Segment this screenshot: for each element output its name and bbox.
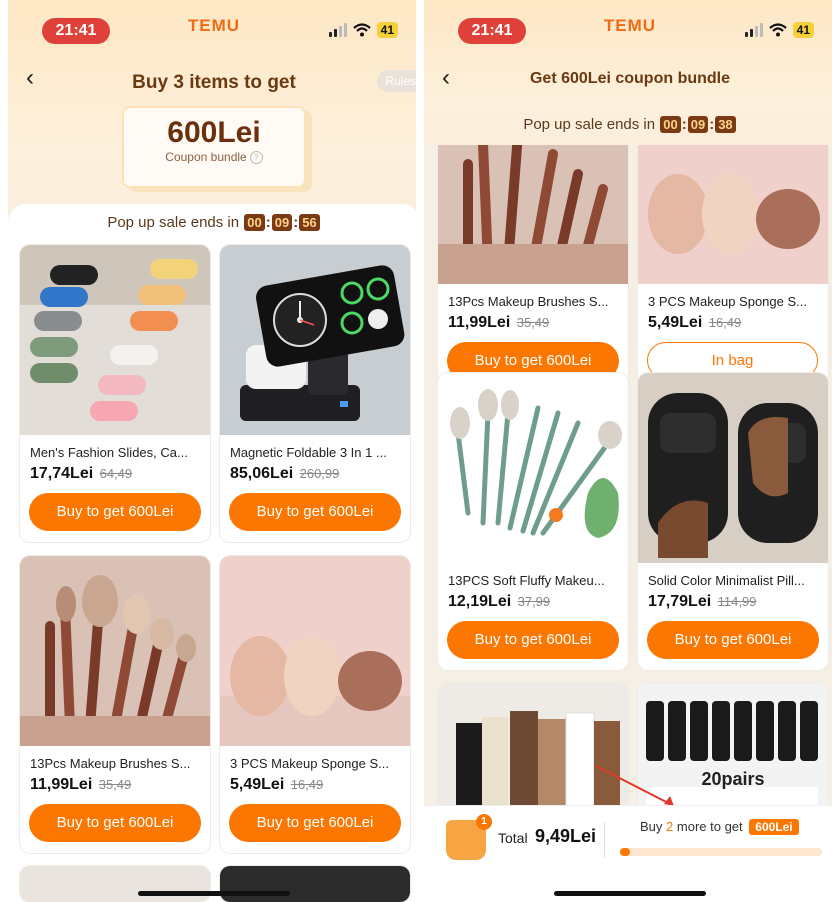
- page-title: Buy 3 items to get: [132, 72, 296, 93]
- original-price: 35,49: [516, 315, 550, 330]
- status-icons: 41: [328, 22, 398, 38]
- timer-seconds: 56: [299, 214, 320, 231]
- battery-indicator: 41: [792, 22, 814, 38]
- coupon-amount: 600Lei: [167, 116, 261, 149]
- product-name: Men's Fashion Slides, Ca...: [30, 445, 188, 460]
- product-price: 85,06Lei 260,99: [230, 465, 340, 482]
- buy-button[interactable]: Buy to get 600Lei: [229, 804, 401, 842]
- items-needed: 2: [666, 819, 674, 834]
- divider: [416, 0, 424, 902]
- product-price: 11,99Lei 35,49: [448, 314, 550, 331]
- right-screen: 21:41 TEMU 41 ‹ Get 600Lei coupon bundle…: [424, 0, 832, 902]
- product-card[interactable]: Solid Color Minimalist Pill... 17,79Lei …: [638, 373, 828, 670]
- timer-hours: 00: [244, 214, 265, 231]
- timer-seconds: 38: [715, 116, 736, 133]
- product-price: 12,19Lei 37,99: [448, 593, 551, 610]
- product-name: 13PCS Soft Fluffy Makeu...: [448, 573, 605, 588]
- product-image[interactable]: [220, 556, 410, 746]
- wifi-icon: [352, 23, 371, 37]
- product-card[interactable]: Men's Fashion Slides, Ca... 17,74Lei 64,…: [20, 245, 210, 542]
- buy-button[interactable]: Buy to get 600Lei: [29, 804, 201, 842]
- product-card[interactable]: Magnetic Foldable 3 In 1 ... 85,06Lei 26…: [220, 245, 410, 542]
- product-price: 17,79Lei 114,99: [648, 593, 757, 610]
- timer-label: Pop up sale ends in: [107, 214, 240, 231]
- signal-icon: [744, 23, 763, 37]
- buy-button[interactable]: Buy to get 600Lei: [447, 621, 619, 659]
- original-price: 64,49: [99, 466, 133, 481]
- buy-button[interactable]: Buy to get 600Lei: [229, 493, 401, 531]
- signal-icon: [328, 23, 347, 37]
- target-coupon-tag: 600Lei: [749, 819, 799, 835]
- product-price: 5,49Lei 16,49: [648, 314, 742, 331]
- original-price: 114,99: [717, 594, 757, 609]
- total-value: 9,49Lei: [535, 826, 597, 846]
- product-image[interactable]: [20, 245, 210, 435]
- product-price: 17,74Lei 64,49: [30, 465, 133, 482]
- progress-fill: [620, 848, 631, 856]
- coupon-card: 600Lei Coupon bundle?: [122, 106, 306, 188]
- product-name: Solid Color Minimalist Pill...: [648, 573, 805, 588]
- home-indicator: [138, 891, 290, 896]
- product-name: 3 PCS Makeup Sponge S...: [230, 756, 389, 771]
- home-indicator: [554, 891, 706, 896]
- original-price: 16,49: [290, 777, 324, 792]
- cart-bottom-bar: 1 Total 9,49Lei Buy 2 more to get 600Lei: [424, 805, 832, 902]
- more-to-get-text: Buy 2 more to get 600Lei: [640, 819, 799, 835]
- product-card[interactable]: 13Pcs Makeup Brushes S... 11,99Lei 35,49…: [20, 556, 210, 853]
- product-card[interactable]: 13PCS Soft Fluffy Makeu... 12,19Lei 37,9…: [438, 373, 628, 670]
- product-image[interactable]: [20, 556, 210, 746]
- coupon-label: Coupon bundle: [165, 150, 247, 164]
- battery-indicator: 41: [376, 22, 398, 38]
- timer-minutes: 09: [687, 116, 709, 133]
- product-image[interactable]: [438, 373, 628, 563]
- original-price: 260,99: [299, 466, 340, 481]
- rules-button[interactable]: Rules: [377, 70, 420, 92]
- product-image[interactable]: [638, 373, 828, 563]
- product-name: 13Pcs Makeup Brushes S...: [30, 756, 191, 771]
- buy-button[interactable]: Buy to get 600Lei: [29, 493, 201, 531]
- wifi-icon: [768, 23, 787, 37]
- original-price: 35,49: [98, 777, 132, 792]
- info-icon[interactable]: ?: [249, 151, 263, 165]
- product-image[interactable]: [220, 245, 410, 435]
- timer-hours: 00: [660, 116, 681, 133]
- product-name: Magnetic Foldable 3 In 1 ...: [230, 445, 387, 460]
- page-title: Get 600Lei coupon bundle: [529, 70, 731, 87]
- timer-minutes: 09: [271, 214, 293, 231]
- separator: [604, 822, 605, 858]
- original-price: 16,49: [708, 315, 742, 330]
- product-price: 5,49Lei 16,49: [230, 776, 324, 793]
- product-card[interactable]: [220, 866, 410, 902]
- product-name: 13Pcs Makeup Brushes S...: [448, 294, 609, 309]
- progress-bar: [620, 848, 822, 856]
- buy-button[interactable]: Buy to get 600Lei: [647, 621, 819, 659]
- product-name: 3 PCS Makeup Sponge S...: [648, 294, 807, 309]
- status-icons: 41: [744, 22, 814, 38]
- left-screen: 21:41 TEMU 41 ‹ Buy 3 items to get Rules…: [8, 0, 420, 902]
- cart-count-badge: 1: [476, 814, 492, 830]
- product-card[interactable]: 3 PCS Makeup Sponge S... 5,49Lei 16,49 B…: [220, 556, 410, 853]
- sale-timer: Pop up sale ends in 00:09:38: [424, 116, 832, 133]
- timer-label: Pop up sale ends in: [523, 116, 656, 133]
- sale-timer: Pop up sale ends in 00:09:56: [8, 214, 420, 231]
- total-label: Total: [498, 830, 528, 846]
- product-price: 11,99Lei 35,49: [30, 776, 132, 793]
- original-price: 37,99: [517, 594, 551, 609]
- product-card[interactable]: [20, 866, 210, 902]
